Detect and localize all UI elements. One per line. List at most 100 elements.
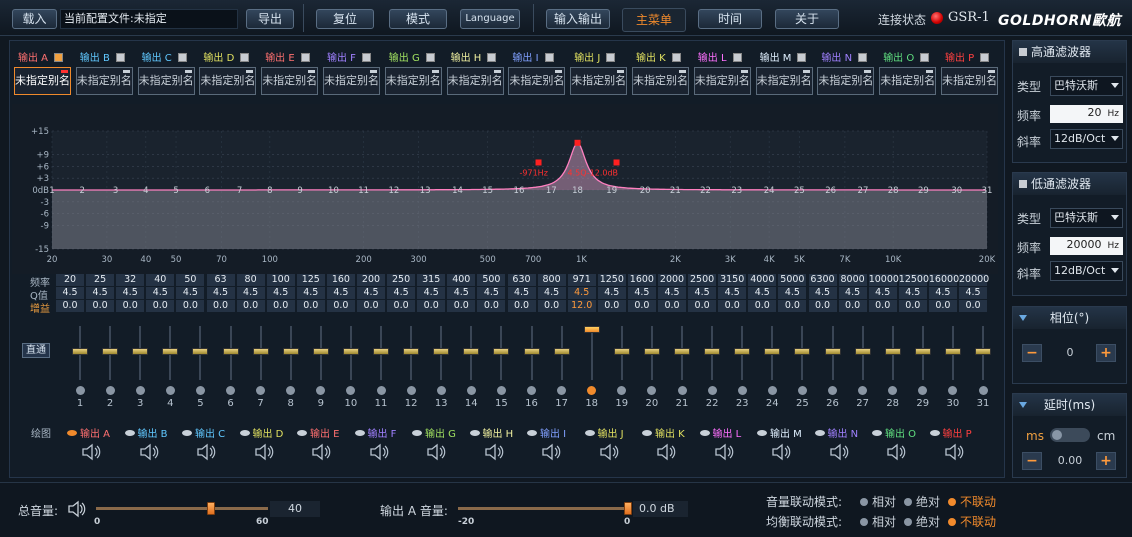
table-cell[interactable]: 4.5 — [326, 287, 355, 299]
table-cell[interactable]: 0.0 — [326, 300, 355, 312]
speaker-mute-icon[interactable] — [139, 442, 161, 462]
channel-checkbox-item[interactable]: 输出 G — [389, 49, 435, 64]
channel-checkbox-item[interactable]: 输出 K — [636, 49, 681, 64]
table-cell[interactable]: 0.0 — [537, 300, 566, 312]
phase-increase-button[interactable]: + — [1096, 344, 1116, 362]
band-select-indicator[interactable] — [135, 386, 145, 395]
table-cell[interactable]: 4.5 — [778, 287, 807, 299]
channel-checkbox-item[interactable]: 输出 E — [265, 49, 310, 64]
highpass-type-select[interactable]: 巴特沃斯 — [1050, 76, 1123, 96]
table-cell[interactable]: 0.0 — [296, 300, 325, 312]
band-select-indicator[interactable] — [527, 386, 536, 395]
table-cell[interactable]: 4.5 — [597, 287, 626, 299]
table-cell[interactable]: 0.0 — [387, 300, 416, 312]
speaker-mute-icon[interactable] — [311, 442, 333, 462]
table-cell[interactable]: 0.0 — [868, 300, 897, 312]
band-slider-knob[interactable] — [794, 348, 811, 355]
table-cell[interactable]: 0.0 — [627, 300, 656, 312]
table-cell[interactable]: 0.0 — [658, 300, 686, 312]
band-select-indicator[interactable] — [797, 386, 807, 395]
delay-value[interactable]: 0.00 — [1045, 452, 1095, 470]
output-draw-toggle[interactable]: 输出 L — [699, 425, 741, 440]
output-draw-toggle[interactable]: 输出 J — [584, 425, 624, 440]
table-cell[interactable]: 1600 — [627, 274, 656, 286]
table-cell[interactable]: 630 — [507, 274, 536, 286]
table-cell[interactable]: 4.5 — [898, 287, 927, 299]
table-cell[interactable]: 50 — [176, 274, 205, 286]
table-cell[interactable]: 4.5 — [718, 287, 747, 299]
channel-checkbox[interactable] — [920, 53, 930, 62]
speaker-mute-icon[interactable] — [426, 442, 448, 462]
channel-alias-field[interactable]: 未指定别名 — [570, 67, 628, 95]
table-cell[interactable]: 0.0 — [778, 300, 807, 312]
table-cell[interactable]: 6300 — [808, 274, 837, 286]
table-cell[interactable]: 4.5 — [537, 287, 566, 299]
band-slider-knob[interactable] — [944, 348, 961, 355]
about-button[interactable]: 关于 — [775, 9, 839, 29]
channel-alias-field[interactable]: 未指定别名 — [693, 67, 751, 95]
band-slider-knob[interactable] — [463, 348, 480, 355]
table-cell[interactable]: 8000 — [838, 274, 867, 286]
vol-link-absolute[interactable]: 绝对 — [904, 493, 940, 510]
highpass-enable-checkbox[interactable] — [1019, 48, 1027, 56]
table-cell[interactable]: 4.5 — [808, 287, 837, 299]
table-cell[interactable]: 800 — [537, 274, 566, 286]
speaker-mute-icon[interactable] — [944, 442, 966, 462]
phase-value[interactable]: 0 — [1045, 344, 1095, 362]
table-cell[interactable]: 4.5 — [567, 287, 596, 299]
speaker-mute-icon[interactable] — [599, 442, 621, 462]
output-draw-toggle[interactable]: 输出 O — [872, 425, 916, 440]
table-cell[interactable]: 400 — [447, 274, 476, 286]
channel-checkbox[interactable] — [797, 53, 807, 62]
table-cell[interactable]: 5000 — [778, 274, 807, 286]
channel-checkbox-item[interactable]: 输出 H — [451, 49, 497, 64]
table-cell[interactable]: 1250 — [597, 274, 626, 286]
lowpass-title[interactable]: 低通滤波器 — [1013, 173, 1126, 195]
speaker-mute-icon[interactable] — [541, 442, 563, 462]
table-cell[interactable]: 500 — [477, 274, 506, 286]
band-select-indicator[interactable] — [376, 386, 386, 395]
table-cell[interactable]: 80 — [236, 274, 265, 286]
channel-alias-field[interactable]: 未指定别名 — [137, 67, 195, 95]
lowpass-type-select[interactable]: 巴特沃斯 — [1050, 208, 1123, 228]
table-cell[interactable]: 0.0 — [597, 300, 626, 312]
band-slider-knob[interactable] — [132, 348, 149, 355]
speaker-mute-icon[interactable] — [771, 442, 793, 462]
master-volume-knob[interactable] — [206, 502, 215, 515]
table-cell[interactable]: 4.5 — [417, 287, 446, 299]
table-cell[interactable]: 2500 — [688, 274, 717, 286]
output-draw-toggle[interactable]: 输出 F — [354, 425, 396, 440]
band-slider-knob[interactable] — [824, 348, 841, 355]
table-cell[interactable]: 63 — [206, 274, 235, 286]
time-button[interactable]: 时间 — [698, 9, 762, 29]
delay-title[interactable]: 延时(ms) — [1013, 394, 1126, 416]
output-draw-toggle[interactable]: 输出 B — [124, 425, 168, 440]
output-draw-toggle[interactable]: 输出 D — [239, 425, 283, 440]
table-cell[interactable]: 4.5 — [176, 287, 205, 299]
channel-checkbox-item[interactable]: 输出 C — [142, 49, 187, 64]
table-cell[interactable]: 4.5 — [447, 287, 476, 299]
speaker-mute-icon[interactable] — [484, 442, 506, 462]
table-cell[interactable]: 25 — [86, 274, 115, 286]
band-slider-knob[interactable] — [704, 348, 721, 355]
output-volume-value[interactable]: 0.0 dB — [633, 501, 688, 517]
speaker-mute-icon[interactable] — [714, 442, 736, 462]
table-cell[interactable]: 4.5 — [266, 287, 295, 299]
band-select-indicator[interactable] — [75, 386, 85, 395]
table-cell[interactable]: 12500 — [898, 274, 929, 286]
channel-checkbox[interactable] — [361, 53, 371, 62]
table-cell[interactable]: 0.0 — [928, 300, 957, 312]
channel-alias-field[interactable]: 未指定别名 — [508, 67, 566, 95]
table-cell[interactable]: 0.0 — [86, 300, 115, 312]
table-cell[interactable]: 3150 — [718, 274, 747, 286]
channel-checkbox-item[interactable]: 输出 B — [80, 49, 125, 64]
table-cell[interactable]: 125 — [296, 274, 325, 286]
band-slider-knob[interactable] — [252, 348, 269, 355]
speaker-icon[interactable] — [67, 500, 87, 518]
table-cell[interactable]: 0.0 — [838, 300, 867, 312]
channel-alias-field[interactable]: 未指定别名 — [755, 67, 813, 95]
band-select-indicator[interactable] — [165, 386, 175, 395]
output-draw-toggle[interactable]: 输出 K — [642, 425, 685, 440]
table-cell[interactable]: 4.5 — [206, 287, 235, 299]
table-cell[interactable]: 0.0 — [808, 300, 837, 312]
